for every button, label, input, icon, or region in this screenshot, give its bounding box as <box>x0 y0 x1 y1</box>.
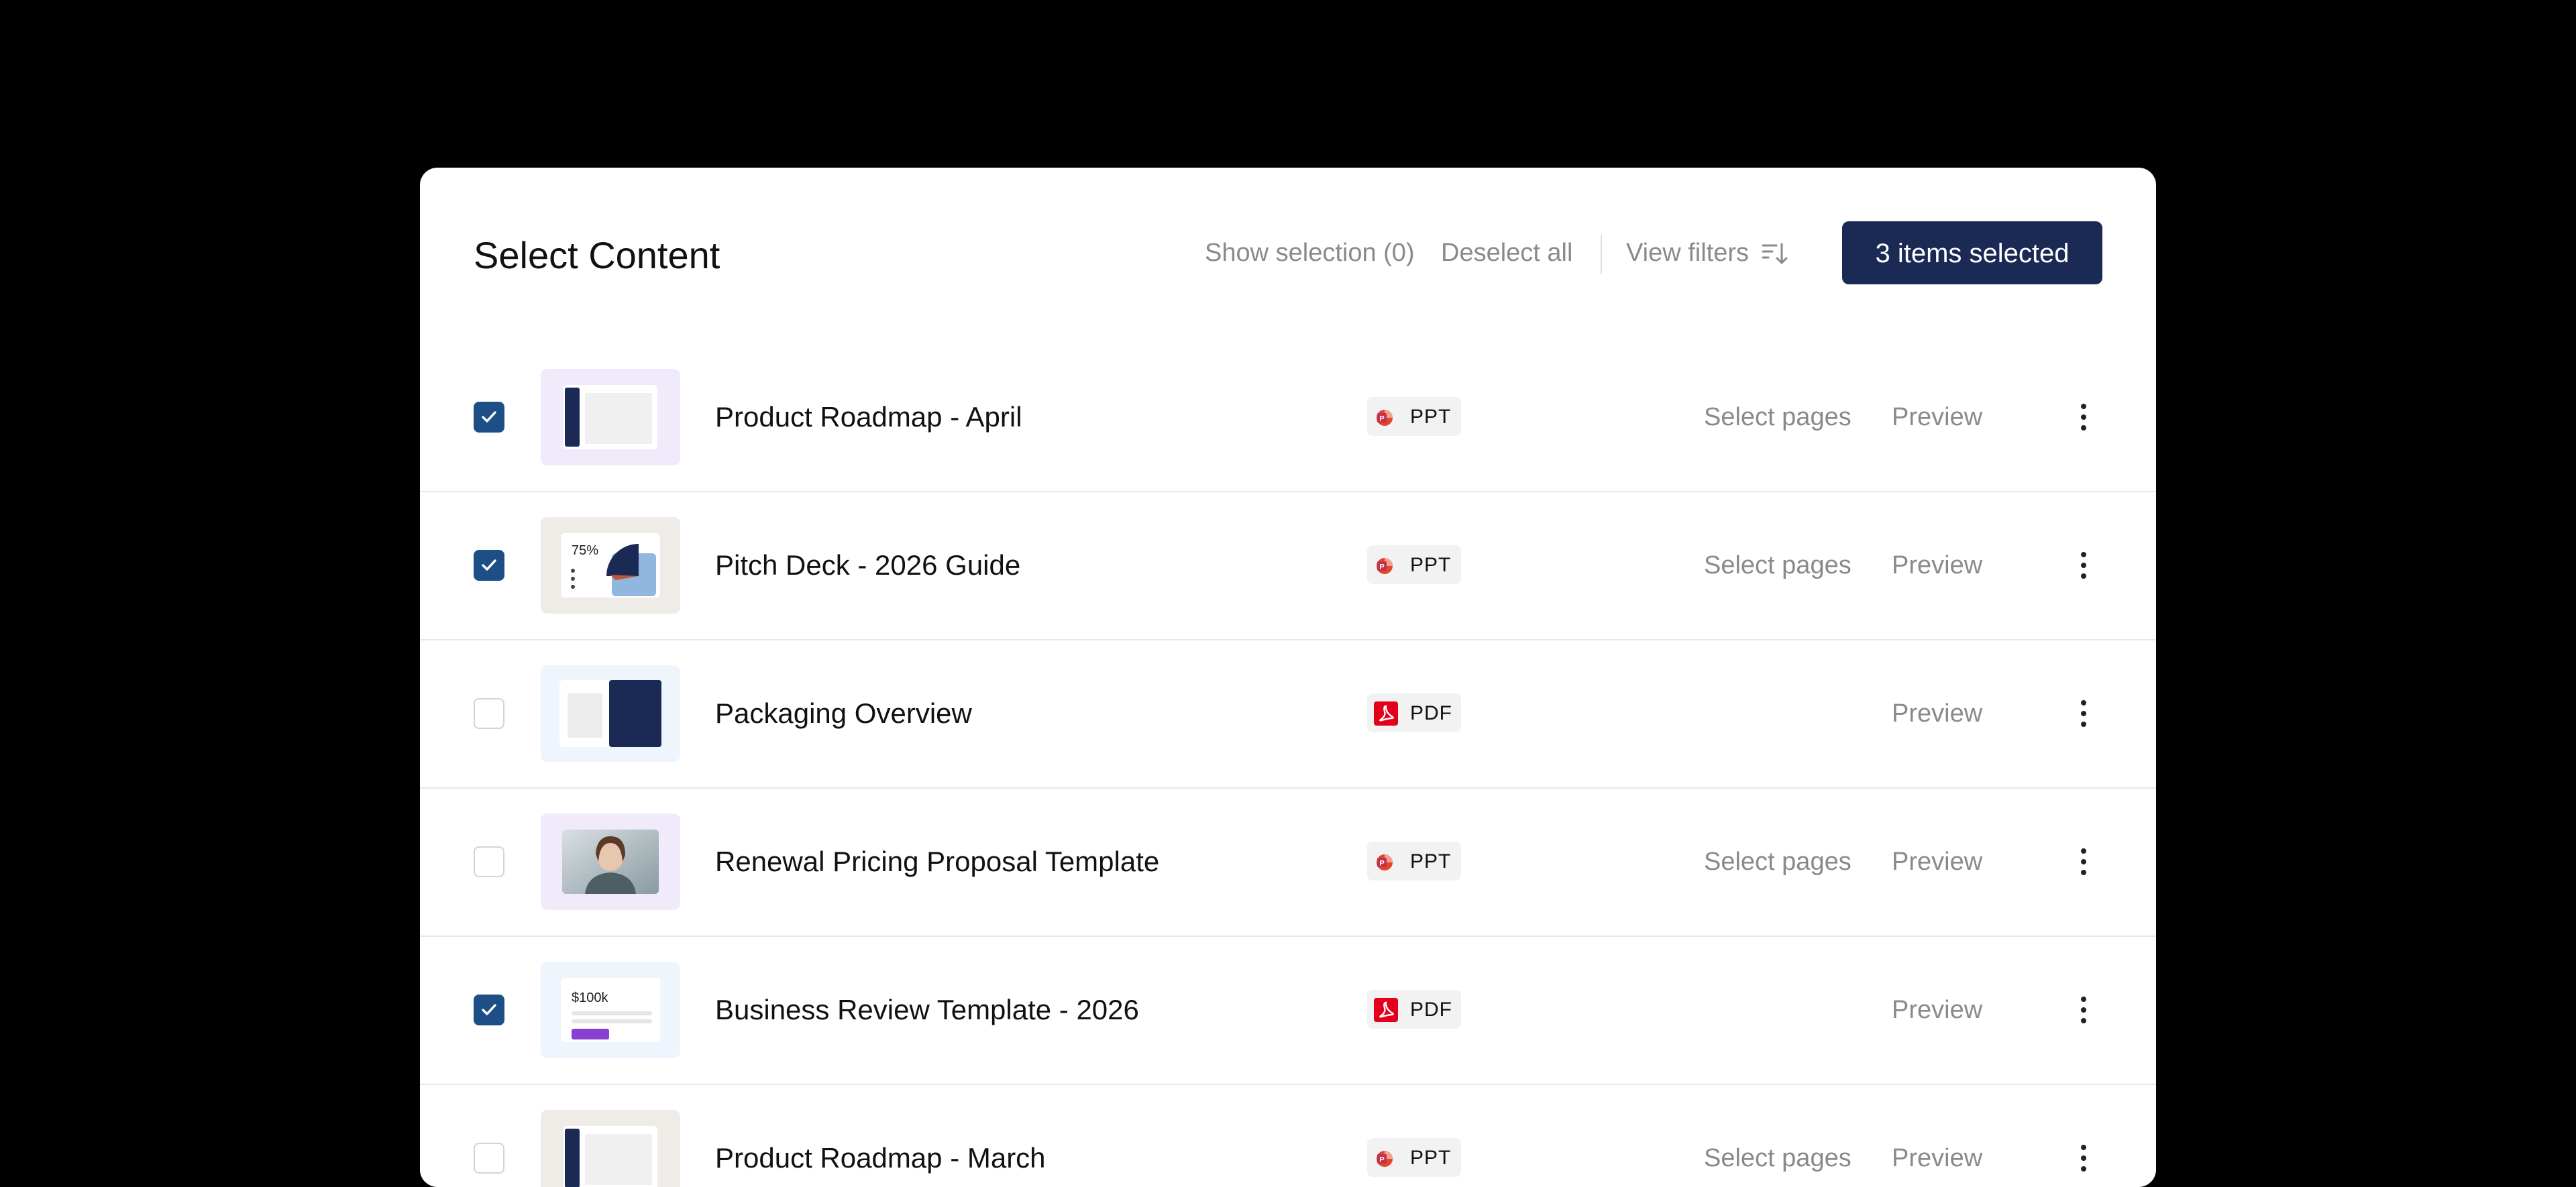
file-type-badge: P PPT <box>1367 842 1461 881</box>
pdf-icon <box>1374 701 1398 726</box>
file-type-badge: P PPT <box>1367 545 1461 584</box>
file-type-label: PDF <box>1410 999 1452 1021</box>
content-row[interactable]: Product Roadmap - March P PPT Select page… <box>420 1084 2156 1187</box>
content-row[interactable]: Renewal Pricing Proposal Template P PPT S… <box>420 788 2156 937</box>
preview-link[interactable]: Preview <box>1892 401 1982 433</box>
row-checkbox[interactable] <box>474 846 504 877</box>
svg-text:P: P <box>1379 415 1384 423</box>
file-type-badge: PDF <box>1367 693 1461 732</box>
content-thumbnail <box>541 813 680 910</box>
select-pages-link[interactable]: Select pages <box>1704 401 1851 433</box>
content-thumbnail <box>541 369 680 465</box>
file-type-badge: P PPT <box>1367 397 1461 436</box>
show-selection-link[interactable]: Show selection (0) <box>1205 236 1415 270</box>
content-row[interactable]: Product Roadmap - April P PPT Select page… <box>420 343 2156 492</box>
preview-link[interactable]: Preview <box>1892 1142 1982 1174</box>
content-row[interactable]: $100k Business Review Template - 2026 PD… <box>420 936 2156 1085</box>
content-name[interactable]: Product Roadmap - April <box>715 400 1022 435</box>
page-title: Select Content <box>474 234 720 276</box>
pdf-icon <box>1374 998 1398 1022</box>
content-name[interactable]: Product Roadmap - March <box>715 1141 1046 1176</box>
ppt-icon: P <box>1377 410 1393 426</box>
content-thumbnail: 75% <box>541 517 680 614</box>
ppt-icon: P <box>1377 1151 1393 1167</box>
panel-header: Select Content Show selection (0) Desele… <box>420 168 2156 342</box>
preview-link[interactable]: Preview <box>1892 549 1982 581</box>
more-options-icon[interactable] <box>2077 993 2090 1027</box>
ppt-icon: P <box>1377 558 1393 574</box>
file-type-label: PPT <box>1410 406 1452 428</box>
more-options-icon[interactable] <box>2077 1141 2090 1176</box>
file-type-badge: P PPT <box>1367 1138 1461 1177</box>
content-name[interactable]: Packaging Overview <box>715 696 972 731</box>
file-type-label: PPT <box>1410 1147 1452 1169</box>
row-checkbox[interactable] <box>474 550 504 581</box>
more-options-icon[interactable] <box>2077 696 2090 731</box>
row-checkbox[interactable] <box>474 1143 504 1174</box>
more-options-icon[interactable] <box>2077 548 2090 583</box>
content-name[interactable]: Business Review Template - 2026 <box>715 993 1139 1027</box>
content-row[interactable]: Packaging Overview PDF Preview <box>420 640 2156 789</box>
content-row[interactable]: 75% Pitch Deck - 2026 Guide P PPT Select … <box>420 492 2156 640</box>
content-thumbnail <box>541 665 680 762</box>
preview-link[interactable]: Preview <box>1892 697 1982 730</box>
select-pages-link[interactable]: Select pages <box>1704 549 1851 581</box>
content-name[interactable]: Pitch Deck - 2026 Guide <box>715 548 1020 583</box>
select-content-panel: Select Content Show selection (0) Desele… <box>420 168 2156 1187</box>
svg-text:P: P <box>1379 563 1384 571</box>
file-type-label: PDF <box>1410 702 1452 724</box>
row-checkbox[interactable] <box>474 698 504 729</box>
select-pages-link[interactable]: Select pages <box>1704 1142 1851 1174</box>
file-type-badge: PDF <box>1367 990 1461 1029</box>
ppt-icon: P <box>1377 854 1393 870</box>
content-thumbnail: $100k <box>541 962 680 1058</box>
svg-text:$100k: $100k <box>572 991 608 1005</box>
file-type-label: PPT <box>1410 554 1452 576</box>
sort-filter-icon[interactable] <box>1762 241 1788 266</box>
row-checkbox[interactable] <box>474 995 504 1025</box>
more-options-icon[interactable] <box>2077 400 2090 435</box>
file-type-label: PPT <box>1410 850 1452 872</box>
content-thumbnail <box>541 1110 680 1187</box>
header-divider <box>1601 235 1602 274</box>
row-checkbox[interactable] <box>474 402 504 433</box>
svg-text:P: P <box>1379 860 1384 868</box>
deselect-all-link[interactable]: Deselect all <box>1441 236 1572 270</box>
more-options-icon[interactable] <box>2077 844 2090 879</box>
content-name[interactable]: Renewal Pricing Proposal Template <box>715 844 1159 879</box>
preview-link[interactable]: Preview <box>1892 846 1982 878</box>
preview-link[interactable]: Preview <box>1892 994 1982 1026</box>
svg-text:P: P <box>1379 1156 1384 1164</box>
view-filters-link[interactable]: View filters <box>1626 236 1749 270</box>
items-selected-button[interactable]: 3 items selected <box>1842 221 2102 284</box>
svg-text:75%: 75% <box>572 543 598 558</box>
select-pages-link[interactable]: Select pages <box>1704 846 1851 878</box>
